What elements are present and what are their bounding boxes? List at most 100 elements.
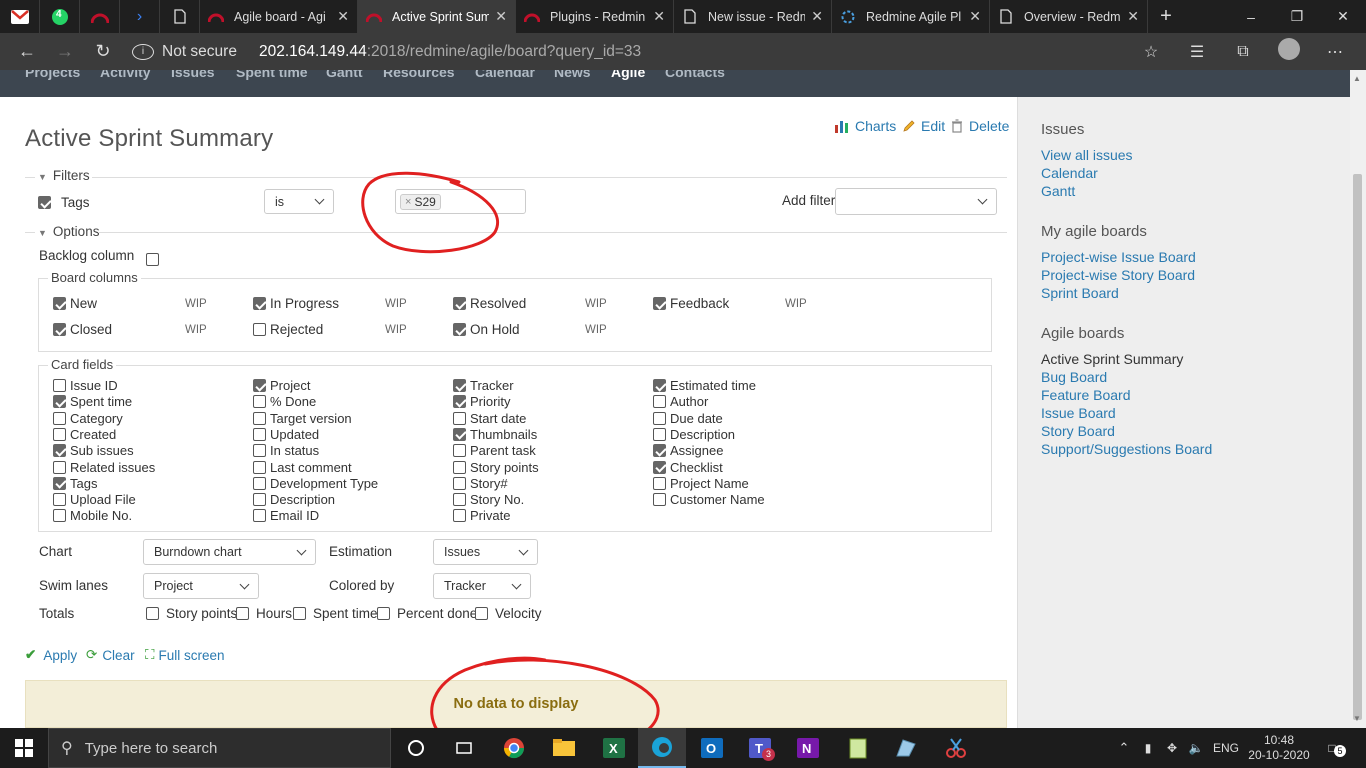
card-field-story-points[interactable]: Story points	[453, 460, 539, 475]
task-view-button[interactable]	[440, 728, 488, 768]
filters-toggle[interactable]: ▼ Filters	[38, 168, 90, 183]
menu-item-calendar[interactable]: Calendar	[475, 70, 535, 80]
pinned-tab-gmail[interactable]	[0, 0, 40, 33]
pinned-tab-redmine[interactable]	[80, 0, 120, 33]
total-checkbox[interactable]	[377, 607, 390, 620]
scrollbar-thumb[interactable]	[1353, 174, 1362, 720]
column-checkbox[interactable]	[53, 323, 66, 336]
browser-tab-1[interactable]: Active Sprint Sum ✕	[358, 0, 516, 33]
card-field-description[interactable]: Description	[653, 427, 735, 442]
battery-icon[interactable]: ▮	[1136, 741, 1160, 755]
menu-item-spent-time[interactable]: Spent time	[236, 70, 308, 80]
close-tab-icon[interactable]: ✕	[495, 8, 507, 25]
menu-item-news[interactable]: News	[554, 70, 591, 80]
column-checkbox[interactable]	[253, 297, 266, 310]
delete-link[interactable]: Delete	[951, 118, 1009, 134]
backlog-checkbox[interactable]	[146, 253, 159, 267]
taskbar-file-explorer[interactable]	[540, 728, 588, 768]
pinned-tab-terminal[interactable]: ›	[120, 0, 160, 33]
card-field-due-date[interactable]: Due date	[653, 411, 723, 426]
pinned-tab-whatsapp[interactable]: 4	[40, 0, 80, 33]
column-resolved[interactable]: Resolved	[453, 296, 526, 311]
card-field-upload-file[interactable]: Upload File	[53, 492, 136, 507]
card-field-created[interactable]: Created	[53, 427, 116, 442]
menu-item-contacts[interactable]: Contacts	[665, 70, 725, 80]
card-field-checkbox[interactable]	[653, 460, 666, 474]
card-field-checkbox[interactable]	[453, 379, 466, 392]
card-field-development-type[interactable]: Development Type	[253, 476, 378, 491]
card-field-checkbox[interactable]	[653, 476, 666, 490]
edit-link[interactable]: Edit	[902, 118, 945, 134]
total-checkbox[interactable]	[146, 607, 159, 620]
total-hours[interactable]: Hours	[236, 606, 292, 621]
card-field-checkbox[interactable]	[253, 509, 266, 523]
close-tab-icon[interactable]: ✕	[811, 8, 823, 25]
collections-icon[interactable]: ⧉	[1220, 43, 1266, 61]
sidebar-link-gantt[interactable]: Gantt	[1041, 183, 1075, 199]
card-field-last-comment[interactable]: Last comment	[253, 460, 352, 475]
card-field-tags[interactable]: Tags	[53, 476, 97, 491]
card-field-checkbox[interactable]	[253, 493, 266, 507]
chevron-up-icon[interactable]: ⌃	[1112, 740, 1136, 756]
card-field-checkbox[interactable]	[453, 395, 466, 409]
more-icon[interactable]: ⋯	[1312, 42, 1358, 62]
close-window-icon[interactable]: ✕	[1320, 0, 1366, 33]
browser-tab-0[interactable]: Agile board - Agi ✕	[200, 0, 358, 33]
card-field-checkbox[interactable]	[53, 493, 66, 507]
tags-checkbox[interactable]	[38, 196, 51, 209]
favorites-icon[interactable]: ☰	[1174, 42, 1220, 62]
card-field-checkbox[interactable]	[53, 460, 66, 474]
card-field-related-issues[interactable]: Related issues	[53, 460, 155, 475]
card-field-story-no[interactable]: Story No.	[453, 492, 524, 507]
star-icon[interactable]: ☆	[1128, 42, 1174, 62]
taskbar-search-box[interactable]: ⚲ Type here to search	[48, 728, 391, 768]
card-field-spent-time[interactable]: Spent time	[53, 394, 132, 409]
column-checkbox[interactable]	[653, 297, 666, 310]
card-field-updated[interactable]: Updated	[253, 427, 319, 442]
options-toggle[interactable]: ▼ Options	[38, 224, 99, 239]
card-field-estimated-time[interactable]: Estimated time	[653, 378, 756, 393]
card-field-assignee[interactable]: Assignee	[653, 443, 723, 458]
column-new[interactable]: New	[53, 296, 97, 311]
security-label[interactable]: Not secure	[162, 43, 237, 61]
card-field-email-id[interactable]: Email ID	[253, 508, 319, 523]
taskbar-app[interactable]	[882, 728, 930, 768]
close-tab-icon[interactable]: ✕	[337, 8, 349, 25]
add-filter-select[interactable]	[835, 188, 997, 215]
card-field-checkbox[interactable]	[653, 379, 666, 392]
close-tab-icon[interactable]: ✕	[1127, 8, 1139, 25]
column-on-hold[interactable]: On Hold	[453, 322, 520, 337]
sidebar-link-feature-board[interactable]: Feature Board	[1041, 387, 1131, 403]
card-field-story[interactable]: Story#	[453, 476, 508, 491]
column-checkbox[interactable]	[453, 297, 466, 310]
clear-button[interactable]: ⟳ Clear	[86, 647, 135, 663]
card-field-tracker[interactable]: Tracker	[453, 378, 514, 393]
card-field-sub-issues[interactable]: Sub issues	[53, 443, 134, 458]
url-field[interactable]: i Not secure 202.164.149.44:2018/redmine…	[132, 37, 1142, 67]
card-field-checkbox[interactable]	[453, 427, 466, 441]
swimlanes-select[interactable]: Project	[143, 573, 259, 599]
chart-select[interactable]: Burndown chart	[143, 539, 316, 565]
cortana-button[interactable]	[392, 728, 440, 768]
tags-value-field[interactable]: × S29	[395, 189, 526, 214]
refresh-button[interactable]: ↻	[84, 41, 122, 62]
restore-icon[interactable]: ❐	[1274, 0, 1320, 33]
column-rejected[interactable]: Rejected	[253, 322, 323, 337]
estimation-select[interactable]: Issues	[433, 539, 538, 565]
card-field-checkbox[interactable]	[253, 444, 266, 458]
card-field-done[interactable]: % Done	[253, 394, 316, 409]
card-field-category[interactable]: Category	[53, 411, 123, 426]
total-spent-time[interactable]: Spent time	[293, 606, 378, 621]
apply-button[interactable]: ✔ Apply	[25, 647, 77, 663]
sidebar-link-view-all-issues[interactable]: View all issues	[1041, 147, 1133, 163]
pinned-tab-page[interactable]	[160, 0, 200, 33]
card-field-customer-name[interactable]: Customer Name	[653, 492, 765, 507]
sidebar-link-calendar[interactable]: Calendar	[1041, 165, 1098, 181]
menu-item-agile[interactable]: Agile	[611, 70, 645, 80]
card-field-checkbox[interactable]	[653, 493, 666, 507]
sidebar-link-bug-board[interactable]: Bug Board	[1041, 369, 1107, 385]
language-indicator[interactable]: ENG	[1208, 741, 1244, 755]
card-field-checkbox[interactable]	[253, 476, 266, 490]
close-tab-icon[interactable]: ✕	[969, 8, 981, 25]
start-button[interactable]	[0, 728, 48, 768]
